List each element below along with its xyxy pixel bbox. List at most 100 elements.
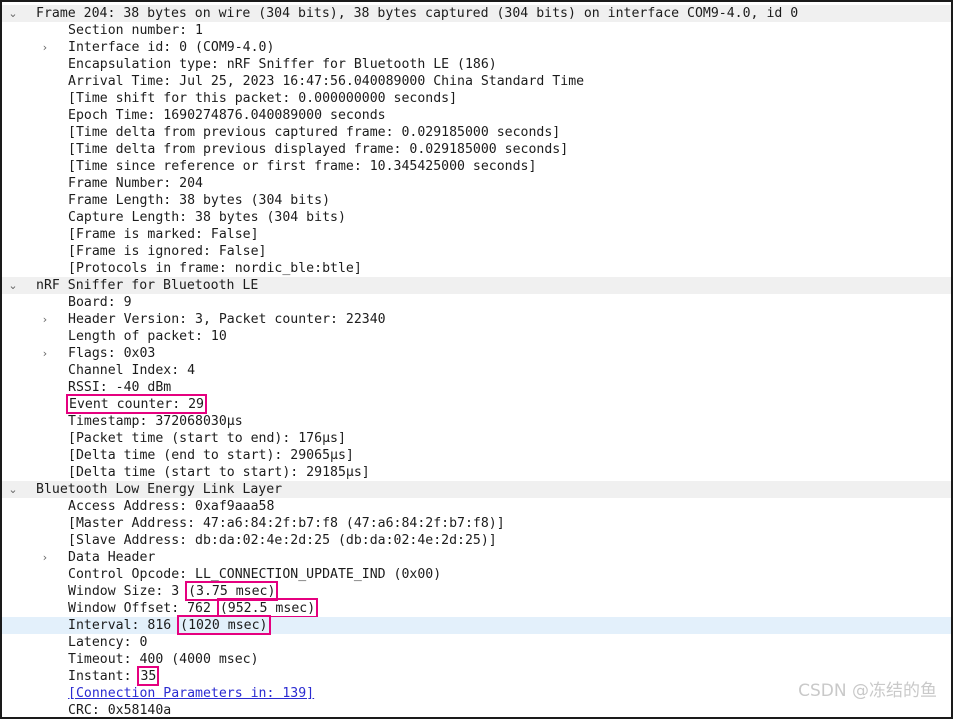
tree-row-label: Arrival Time: Jul 25, 2023 16:47:56.0400… <box>68 74 585 89</box>
tree-row-label: [Protocols in frame: nordic_ble:btle] <box>68 261 362 276</box>
tree-row-label: Timeout: 400 (4000 msec) <box>68 652 259 667</box>
tree-row-label: Encapsulation type: nRF Sniffer for Blue… <box>68 57 497 72</box>
tree-row-label: Timestamp: 372068030µs <box>68 414 243 429</box>
tree-row-label: [Frame is ignored: False] <box>68 244 267 259</box>
tree-row-window-size[interactable]: Window Size: 3 (3.75 msec) <box>2 581 951 601</box>
tree-row-time-shift[interactable]: [Time shift for this packet: 0.000000000… <box>2 90 951 107</box>
chevron-down-icon[interactable]: ⌄ <box>6 5 20 22</box>
csdn-watermark: CSDN @冻结的鱼 <box>798 681 937 701</box>
tree-row-label: [Time since reference or first frame: 10… <box>68 159 537 174</box>
annotation-highlight-box: (3.75 msec) <box>185 581 279 601</box>
tree-row-flags[interactable]: › Flags: 0x03 <box>2 345 951 362</box>
tree-row-label: CRC: 0x58140a <box>68 703 172 718</box>
row-text-prefix: Instant: <box>68 669 140 684</box>
tree-row-label: Interface id: 0 (COM9-4.0) <box>68 40 275 55</box>
tree-row-access-address[interactable]: Access Address: 0xaf9aaa58 <box>2 498 951 515</box>
tree-row-frame[interactable]: ⌄ Frame 204: 38 bytes on wire (304 bits),… <box>2 5 951 22</box>
tree-row-protocols-in-frame[interactable]: [Protocols in frame: nordic_ble:btle] <box>2 260 951 277</box>
tree-row-label: [Connection Parameters in: 139] <box>68 685 314 702</box>
tree-row-timestamp[interactable]: Timestamp: 372068030µs <box>2 413 951 430</box>
tree-row-label: Epoch Time: 1690274876.040089000 seconds <box>68 108 386 123</box>
tree-row-label: Window Offset: 762 (952.5 msec) <box>68 598 319 618</box>
tree-row-crc[interactable]: CRC: 0x58140a <box>2 702 951 718</box>
row-text-prefix: Window Offset: 762 <box>68 601 219 616</box>
tree-row-label: [Packet time (start to end): 176µs] <box>68 431 346 446</box>
tree-row-data-header[interactable]: › Data Header <box>2 549 951 566</box>
chevron-right-icon[interactable]: › <box>38 311 52 328</box>
tree-row-control-opcode[interactable]: Control Opcode: LL_CONNECTION_UPDATE_IND… <box>2 566 951 583</box>
tree-row-time-delta-captured[interactable]: [Time delta from previous captured frame… <box>2 124 951 141</box>
row-text-prefix: Interval: 816 <box>68 618 180 633</box>
tree-row-label: [Time delta from previous displayed fram… <box>68 142 569 157</box>
tree-row-label: RSSI: -40 dBm <box>68 380 172 395</box>
tree-row-capture-length[interactable]: Capture Length: 38 bytes (304 bits) <box>2 209 951 226</box>
tree-row-arrival-time[interactable]: Arrival Time: Jul 25, 2023 16:47:56.0400… <box>2 73 951 90</box>
chevron-right-icon[interactable]: › <box>38 549 52 566</box>
annotation-highlight-box: 35 <box>137 666 160 686</box>
tree-row-label: Bluetooth Low Energy Link Layer <box>36 482 283 497</box>
tree-row-label: [Master Address: 47:a6:84:2f:b7:f8 (47:a… <box>68 516 505 531</box>
tree-row-frame-is-marked[interactable]: [Frame is marked: False] <box>2 226 951 243</box>
tree-row-interface-id[interactable]: › Interface id: 0 (COM9-4.0) <box>2 39 951 56</box>
tree-row-nrf-sniffer[interactable]: ⌄ nRF Sniffer for Bluetooth LE <box>2 277 951 294</box>
tree-row-label: Length of packet: 10 <box>68 329 227 344</box>
tree-row-length-of-packet[interactable]: Length of packet: 10 <box>2 328 951 345</box>
tree-row-label: [Slave Address: db:da:02:4e:2d:25 (db:da… <box>68 533 497 548</box>
tree-row-header-version[interactable]: › Header Version: 3, Packet counter: 2234… <box>2 311 951 328</box>
tree-row-label: Header Version: 3, Packet counter: 22340 <box>68 312 386 327</box>
chevron-right-icon[interactable]: › <box>38 345 52 362</box>
tree-row-label: Control Opcode: LL_CONNECTION_UPDATE_IND… <box>68 567 442 582</box>
tree-row-label: Channel Index: 4 <box>68 363 196 378</box>
tree-row-label: [Time shift for this packet: 0.000000000… <box>68 91 458 106</box>
tree-row-label: Flags: 0x03 <box>68 346 156 361</box>
chevron-down-icon[interactable]: ⌄ <box>6 481 20 498</box>
tree-row-label: Frame 204: 38 bytes on wire (304 bits), … <box>36 6 799 21</box>
tree-row-label: Board: 9 <box>68 295 132 310</box>
tree-row-slave-address[interactable]: [Slave Address: db:da:02:4e:2d:25 (db:da… <box>2 532 951 549</box>
packet-details-pane: ⌄ Frame 204: 38 bytes on wire (304 bits),… <box>0 0 953 719</box>
tree-row-window-offset[interactable]: Window Offset: 762 (952.5 msec) <box>2 598 951 618</box>
tree-row-label: Frame Length: 38 bytes (304 bits) <box>68 193 331 208</box>
tree-row-time-delta-displayed[interactable]: [Time delta from previous displayed fram… <box>2 141 951 158</box>
tree-row-delta-time-start-start[interactable]: [Delta time (start to start): 29185µs] <box>2 464 951 481</box>
tree-row-delta-time-end-start[interactable]: [Delta time (end to start): 29065µs] <box>2 447 951 464</box>
tree-row-label: [Delta time (end to start): 29065µs] <box>68 448 354 463</box>
tree-row-rssi[interactable]: RSSI: -40 dBm <box>2 379 951 396</box>
tree-row-timeout[interactable]: Timeout: 400 (4000 msec) <box>2 651 951 668</box>
chevron-down-icon[interactable]: ⌄ <box>6 277 20 294</box>
tree-row-label: Instant: 35 <box>68 666 160 686</box>
tree-row-label: Event counter: 29 <box>66 394 207 414</box>
tree-row-time-since-reference[interactable]: [Time since reference or first frame: 10… <box>2 158 951 175</box>
chevron-right-icon[interactable]: › <box>38 39 52 56</box>
tree-row-latency[interactable]: Latency: 0 <box>2 634 951 651</box>
packet-detail-tree[interactable]: ⌄ Frame 204: 38 bytes on wire (304 bits),… <box>2 2 951 718</box>
tree-row-label: Latency: 0 <box>68 635 148 650</box>
tree-row-label: Access Address: 0xaf9aaa58 <box>68 499 275 514</box>
tree-row-label: Capture Length: 38 bytes (304 bits) <box>68 210 346 225</box>
tree-row-encapsulation-type[interactable]: Encapsulation type: nRF Sniffer for Blue… <box>2 56 951 73</box>
tree-row-master-address[interactable]: [Master Address: 47:a6:84:2f:b7:f8 (47:a… <box>2 515 951 532</box>
tree-row-label: Frame Number: 204 <box>68 176 203 191</box>
tree-row-packet-time[interactable]: [Packet time (start to end): 176µs] <box>2 430 951 447</box>
connection-parameters-link[interactable]: [Connection Parameters in: 139] <box>68 686 314 701</box>
tree-row-board[interactable]: Board: 9 <box>2 294 951 311</box>
annotation-highlight-box: (952.5 msec) <box>216 598 319 618</box>
row-text-prefix: Window Size: 3 <box>68 584 188 599</box>
tree-row-label: [Time delta from previous captured frame… <box>68 125 561 140</box>
tree-row-epoch-time[interactable]: Epoch Time: 1690274876.040089000 seconds <box>2 107 951 124</box>
tree-row-interval[interactable]: Interval: 816 (1020 msec) <box>2 615 951 635</box>
tree-row-frame-is-ignored[interactable]: [Frame is ignored: False] <box>2 243 951 260</box>
tree-row-channel-index[interactable]: Channel Index: 4 <box>2 362 951 379</box>
tree-row-event-counter[interactable]: Event counter: 29 <box>2 394 951 414</box>
tree-row-label: nRF Sniffer for Bluetooth LE <box>36 278 259 293</box>
tree-row-btle-link-layer[interactable]: ⌄ Bluetooth Low Energy Link Layer <box>2 481 951 498</box>
tree-row-label: Window Size: 3 (3.75 msec) <box>68 581 279 601</box>
tree-row-label: [Frame is marked: False] <box>68 227 259 242</box>
tree-row-label: Data Header <box>68 550 156 565</box>
annotation-highlight-box: (1020 msec) <box>177 615 271 635</box>
tree-row-section-number[interactable]: Section number: 1 <box>2 22 951 39</box>
tree-row-label: Interval: 816 (1020 msec) <box>68 615 271 635</box>
annotation-highlight-box: Event counter: 29 <box>66 394 207 414</box>
tree-row-frame-number[interactable]: Frame Number: 204 <box>2 175 951 192</box>
tree-row-frame-length[interactable]: Frame Length: 38 bytes (304 bits) <box>2 192 951 209</box>
